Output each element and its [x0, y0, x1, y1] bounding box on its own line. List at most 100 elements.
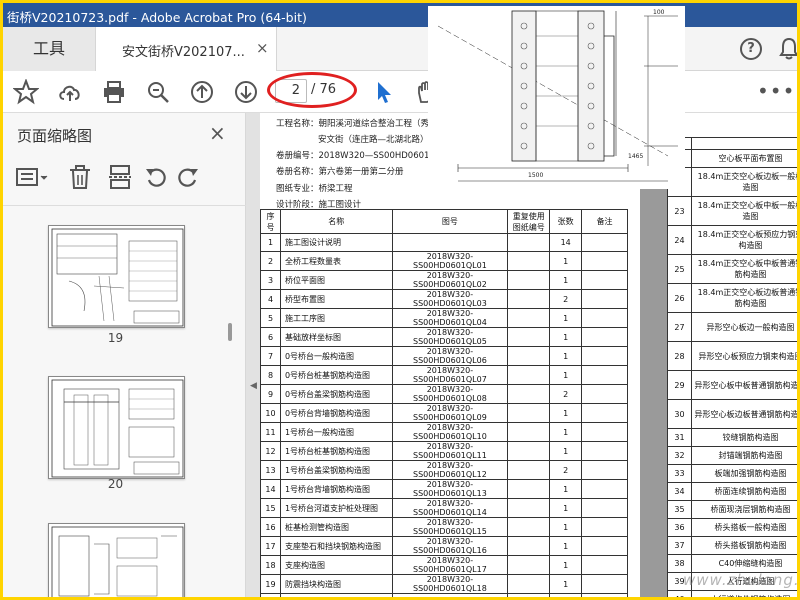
page-thumbnail[interactable] — [48, 376, 185, 479]
table-row: 29 异形空心板中板普通钢筋构造图 — [667, 370, 797, 400]
row-name-cell: 基础放样坐标图 — [279, 327, 393, 347]
row-number-cell: 31 — [667, 428, 692, 447]
row-sheets-cell: 1 — [549, 555, 583, 575]
thumbnail-page-number: 20 — [107, 477, 124, 491]
thumbnail-options-icon[interactable] — [15, 163, 51, 191]
table-row: 13 1号桥台盖梁钢筋构造图 2018W320-SS00HD0601QL12 2 — [260, 460, 628, 480]
row-name-cell: 18.4m正交空心板边板普通钢筋构造图 — [690, 283, 797, 313]
row-name-cell: 空心板平面布置图 — [690, 149, 797, 168]
row-sheets-cell: 1 — [549, 422, 583, 442]
row-number-cell: 36 — [667, 518, 692, 537]
row-name-cell: 1号桥台盖梁钢筋构造图 — [279, 460, 393, 480]
row-reuse-cell — [507, 365, 551, 385]
volume-name: 卷册名称：第六卷第一册第二分册 — [276, 167, 404, 177]
page-thumbnail[interactable] — [48, 523, 185, 597]
thumbnail-panel: 页面缩略图 × 19 20 — [3, 113, 246, 597]
watermark-text: www.zhulong.com — [683, 571, 800, 589]
panel-splitter[interactable]: ◀ — [246, 113, 260, 597]
next-page-icon[interactable] — [233, 79, 259, 105]
row-name-cell: 施工图设计说明 — [279, 233, 393, 252]
header-cell: 张数 — [549, 209, 583, 234]
row-reuse-cell — [507, 403, 551, 423]
table-row: 38 C40伸缩缝构造图 — [667, 554, 797, 573]
cloud-upload-icon[interactable] — [57, 79, 83, 105]
row-name-cell: 桥型布置图 — [279, 289, 393, 309]
table-row: 35 桥面现浇层钢筋构造图 — [667, 500, 797, 519]
row-reuse-cell — [507, 327, 551, 347]
panel-close-icon[interactable]: × — [209, 121, 226, 145]
row-name-cell: 板端加强钢筋构造图 — [690, 464, 797, 483]
table-row: 15 1号桥台河道支护桩处理图 2018W320-SS00HD0601QL14 1 — [260, 498, 628, 518]
row-remark-cell — [581, 346, 628, 366]
screenshot-frame: 街桥V20210723.pdf - Adobe Acrobat Pro (64-… — [0, 0, 800, 600]
table-row: 31 铰缝钢筋构造图 — [667, 428, 797, 447]
select-cursor-icon[interactable] — [371, 79, 397, 105]
previous-page-icon[interactable] — [189, 79, 215, 105]
tab-document[interactable]: 安文街桥V202107... × — [95, 27, 277, 72]
row-name-cell: 上部构造工程数量及标准横断面图 — [279, 593, 393, 597]
row-name-cell: 0号桥台背墙钢筋构造图 — [279, 403, 393, 423]
collapse-panel-icon[interactable]: ◀ — [250, 381, 257, 391]
row-reuse-cell — [507, 517, 551, 537]
row-name-cell: 18.4m正交空心板边板一般构造图 — [690, 167, 797, 197]
row-number-cell: 27 — [667, 312, 692, 342]
row-sheets-cell: 1 — [549, 441, 583, 461]
help-icon[interactable]: ? — [740, 38, 762, 60]
zoom-search-icon[interactable] — [145, 79, 171, 105]
print-icon[interactable] — [101, 79, 127, 105]
table-row: 33 板端加强钢筋构造图 — [667, 464, 797, 483]
close-tab-icon[interactable]: × — [256, 39, 269, 57]
table-row: 20上部构造工程数量及标准横断面图2018W320-SS00HD0601QL19… — [260, 593, 628, 597]
row-number-cell: 19 — [260, 574, 281, 594]
page-thumbnail[interactable] — [48, 225, 185, 328]
table-row: 7 0号桥台一般构造图 2018W320-SS00HD0601QL06 1 — [260, 346, 628, 366]
row-reuse-cell — [507, 498, 551, 518]
row-code-cell: 2018W320-SS00HD0601QL13 — [391, 479, 509, 499]
row-reuse-cell — [507, 555, 551, 575]
row-sheets-cell: 1 — [549, 251, 583, 271]
row-remark-cell — [581, 498, 628, 518]
table-row: 34 桥面连续钢筋构造图 — [667, 482, 797, 501]
row-name-cell: 桥位平面图 — [279, 270, 393, 290]
panel-divider — [3, 205, 246, 206]
bell-icon[interactable] — [779, 37, 797, 61]
row-name-cell: C40伸缩缝构造图 — [690, 554, 797, 573]
row-number-cell: 4 — [260, 289, 281, 309]
row-number-cell: 9 — [260, 384, 281, 404]
row-sheets-cell: 1 — [549, 517, 583, 537]
bookmark-star-icon[interactable] — [12, 78, 40, 105]
trash-icon[interactable] — [67, 163, 93, 191]
row-number-cell: 8 — [260, 365, 281, 385]
row-name-cell: 1号桥台河道支护桩处理图 — [279, 498, 393, 518]
row-number-cell: 37 — [667, 536, 692, 555]
row-sheets-cell: 14 — [549, 233, 583, 252]
row-reuse-cell — [507, 270, 551, 290]
table-row: 3 桥位平面图 2018W320-SS00HD0601QL02 1 — [260, 270, 628, 290]
document-page-right: 22空心板平面布置图18.4m正交空心板边板一般构造图2318.4m正交空心板中… — [667, 113, 797, 597]
row-code-cell: 2018W320-SS00HD0601QL11 — [391, 441, 509, 461]
row-remark-cell — [581, 517, 628, 537]
table-row: 30 异形空心板边板普通钢筋构造图 — [667, 399, 797, 429]
row-code-cell: 2018W320-SS00HD0601QL16 — [391, 536, 509, 556]
panel-scrollbar[interactable] — [228, 323, 232, 341]
tab-tools[interactable]: 工具 — [3, 27, 95, 71]
row-sheets-cell: 1 — [549, 479, 583, 499]
rotate-left-icon[interactable] — [143, 163, 169, 191]
row-number-cell: 17 — [260, 536, 281, 556]
row-name-cell: 铰缝钢筋构造图 — [690, 428, 797, 447]
header-cell: 图号 — [391, 209, 509, 234]
row-remark-cell — [581, 460, 628, 480]
drawing-index-table-cont: 22空心板平面布置图18.4m正交空心板边板一般构造图2318.4m正交空心板中… — [667, 137, 797, 597]
more-options-icon[interactable]: ••• — [757, 79, 795, 103]
table-row: 25 18.4m正交空心板中板普通钢筋构造图 — [667, 254, 797, 284]
row-remark-cell — [581, 251, 628, 271]
extract-pages-icon[interactable] — [107, 163, 133, 191]
rotate-right-icon[interactable] — [175, 163, 201, 191]
project-name-cont: 安文街（连庄路—北湖北路）工 — [318, 135, 438, 145]
row-name-cell: 1号桥台背墙钢筋构造图 — [279, 479, 393, 499]
row-code-cell: 2018W320-SS00HD0601QL07 — [391, 365, 509, 385]
row-name-cell: 18.4m正交空心板预应力钢束构造图 — [690, 225, 797, 255]
table-row: 14 1号桥台背墙钢筋构造图 2018W320-SS00HD0601QL13 1 — [260, 479, 628, 499]
row-reuse-cell — [507, 384, 551, 404]
row-remark-cell — [581, 308, 628, 328]
